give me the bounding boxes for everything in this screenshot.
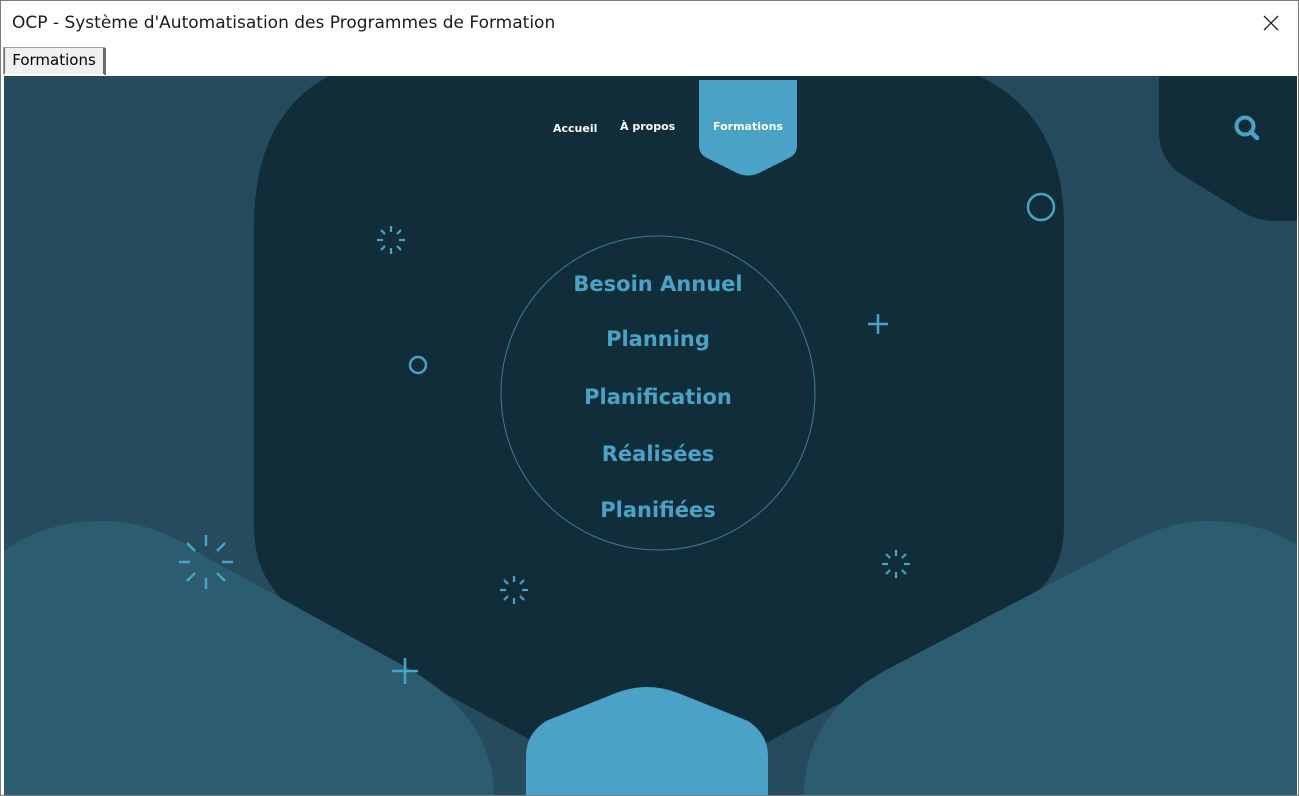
- menu-item-besoin-annuel[interactable]: Besoin Annuel: [501, 272, 815, 296]
- menu-item-planifiees[interactable]: Planifiées: [501, 498, 815, 522]
- search-icon: [1234, 115, 1260, 141]
- window-title: OCP - Système d'Automatisation des Progr…: [12, 13, 556, 33]
- corner-shape: [1159, 76, 1297, 221]
- tab-formations[interactable]: Formations: [3, 47, 106, 75]
- menu-item-realisees[interactable]: Réalisées: [501, 442, 815, 466]
- nav-about-link[interactable]: À propos: [620, 120, 675, 133]
- nav-home-link[interactable]: Accueil: [553, 122, 597, 135]
- background-art: [4, 76, 1297, 795]
- close-icon: [1263, 15, 1279, 31]
- app-window: OCP - Système d'Automatisation des Progr…: [0, 0, 1299, 796]
- title-bar: OCP - Système d'Automatisation des Progr…: [1, 1, 1298, 45]
- main-canvas: Accueil À propos Formations Besoin Annue…: [4, 76, 1297, 795]
- search-button[interactable]: [1232, 113, 1262, 143]
- close-button[interactable]: [1256, 9, 1286, 37]
- menu-item-planification[interactable]: Planification: [501, 385, 815, 409]
- tab-strip: Formations: [1, 45, 1298, 76]
- nav-formations-link[interactable]: Formations: [699, 120, 797, 133]
- menu-item-planning[interactable]: Planning: [501, 327, 815, 351]
